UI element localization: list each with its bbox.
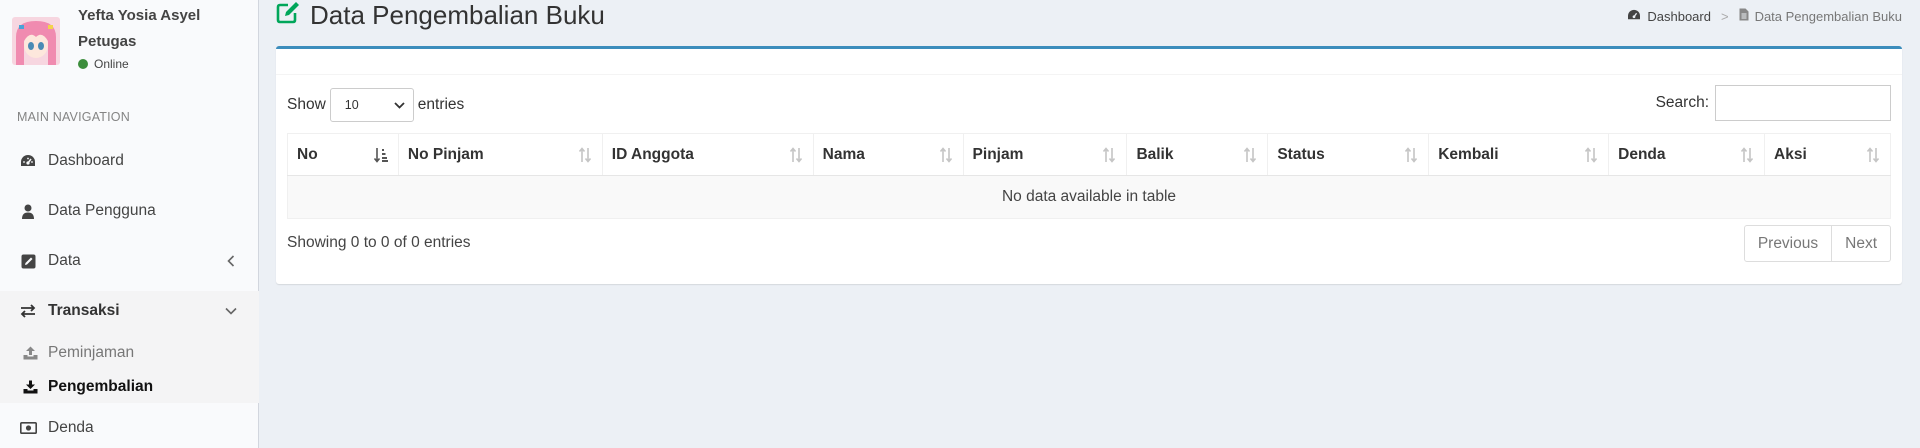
column-header-label: Balik: [1136, 145, 1174, 163]
page-length-control: Show 10 entries: [287, 88, 464, 122]
column-header-no-pinjam[interactable]: No Pinjam: [397, 133, 603, 176]
column-header-label: Status: [1277, 145, 1325, 163]
sidebar-subitem-label: Peminjaman: [48, 344, 135, 361]
chevron-down-icon: [394, 98, 405, 112]
sidebar-item-data-pengguna[interactable]: Data Pengguna: [0, 191, 259, 231]
money-icon: [18, 418, 38, 438]
chevron-down-icon: [223, 303, 239, 319]
user-icon: [18, 201, 38, 221]
sidebar-item-denda[interactable]: Denda: [0, 408, 259, 448]
table-info: Showing 0 to 0 of 0 entries: [287, 234, 471, 251]
sort-icon: [1403, 146, 1419, 164]
sidebar-item-dashboard[interactable]: Dashboard: [0, 141, 259, 181]
search-input[interactable]: [1715, 85, 1891, 121]
sort-icon: [1583, 146, 1599, 164]
column-header-aksi[interactable]: Aksi: [1764, 133, 1891, 176]
sidebar-subitem-pengembalian[interactable]: Pengembalian: [20, 374, 153, 400]
column-header-label: Kembali: [1438, 145, 1499, 163]
pagination: Previous Next: [1743, 225, 1891, 262]
transaksi-submenu: Peminjaman Pengembalian: [0, 331, 259, 403]
sort-icon: [938, 146, 954, 164]
sort-icon: [577, 146, 593, 164]
column-header-nama[interactable]: Nama: [812, 133, 964, 176]
column-header-denda[interactable]: Denda: [1608, 133, 1766, 176]
sort-icon: [1101, 146, 1117, 164]
entries-label: entries: [417, 96, 465, 113]
sort-icon: [1242, 146, 1258, 164]
breadcrumb: Dashboard > Data Pengembalian Buku: [1627, 8, 1902, 24]
user-panel: Yefta Yosia Asyel Petugas Online: [12, 0, 252, 80]
next-page-button[interactable]: Next: [1832, 225, 1891, 262]
exchange-icon: [18, 301, 38, 321]
column-header-label: Nama: [822, 145, 865, 163]
sort-icon: [1739, 146, 1755, 164]
sidebar-item-label: Data: [48, 252, 81, 269]
sidebar-item-label: Denda: [48, 419, 94, 436]
sort-icon: [1865, 146, 1881, 164]
page-title-text: Data Pengembalian Buku: [310, 0, 605, 30]
sidebar-item-transaksi[interactable]: Transaksi: [0, 291, 259, 331]
previous-page-button[interactable]: Previous: [1743, 225, 1833, 262]
data-table: No No Pinjam ID Anggota Nama Pinjam Balik Stat…: [287, 133, 1891, 219]
box-header-divider: [276, 74, 1902, 75]
online-status-dot-icon: [78, 59, 88, 69]
sidebar-item-label: Transaksi: [48, 302, 120, 319]
column-header-label: Denda: [1618, 145, 1666, 163]
avatar: [12, 17, 60, 65]
page-length-value: 10: [344, 98, 359, 112]
data-table-box: Show 10 entries Search: No No Pinjam ID An…: [276, 46, 1902, 284]
column-header-label: ID Anggota: [611, 145, 694, 163]
column-header-label: No Pinjam: [407, 145, 484, 163]
column-header-label: Aksi: [1774, 145, 1807, 163]
page-length-select[interactable]: 10: [329, 88, 414, 122]
sidebar-item-label: Dashboard: [48, 152, 124, 169]
table-row: No data available in table: [287, 175, 1891, 219]
sidebar-subitem-peminjaman[interactable]: Peminjaman: [20, 340, 134, 366]
upload-icon: [20, 343, 40, 363]
dashboard-icon: [18, 151, 38, 171]
search-label: Search:: [1655, 94, 1709, 111]
chevron-left-icon: [223, 253, 239, 269]
sort-icon: [788, 146, 804, 164]
column-header-pinjam[interactable]: Pinjam: [962, 133, 1128, 176]
column-header-id-anggota[interactable]: ID Anggota: [601, 133, 814, 176]
user-status: Online: [78, 57, 129, 71]
breadcrumb-separator: >: [1720, 8, 1729, 24]
user-status-label: Online: [94, 57, 129, 71]
sidebar-item-data[interactable]: Data: [0, 241, 259, 281]
file-icon: [1739, 8, 1749, 24]
show-label: Show: [287, 96, 326, 113]
column-header-balik[interactable]: Balik: [1126, 133, 1269, 176]
page-title: Data Pengembalian Buku: [276, 0, 605, 30]
sidebar: Yefta Yosia Asyel Petugas Online MAIN NA…: [0, 0, 259, 448]
edit-square-icon: [18, 251, 38, 271]
column-header-status[interactable]: Status: [1267, 133, 1430, 176]
column-header-label: Pinjam: [972, 145, 1024, 163]
breadcrumb-link-dashboard[interactable]: Dashboard: [1647, 9, 1711, 24]
breadcrumb-current: Data Pengembalian Buku: [1754, 8, 1902, 24]
empty-table-message: No data available in table: [287, 175, 1891, 219]
sidebar-item-label: Data Pengguna: [48, 202, 156, 219]
sidebar-subitem-label: Pengembalian: [48, 378, 154, 395]
column-header-label: No: [297, 145, 318, 163]
download-icon: [20, 377, 40, 397]
dashboard-icon: [1627, 9, 1641, 24]
nav-header: MAIN NAVIGATION: [17, 110, 130, 124]
table-header-row: No No Pinjam ID Anggota Nama Pinjam Balik Stat…: [287, 133, 1891, 176]
search-control: Search:: [1656, 85, 1891, 121]
column-header-kembali[interactable]: Kembali: [1428, 133, 1610, 176]
sort-ascending-icon: [373, 146, 389, 164]
edit-icon: [276, 0, 302, 31]
user-name: Yefta Yosia Asyel Petugas: [78, 7, 201, 50]
column-header-no[interactable]: No: [287, 133, 399, 176]
